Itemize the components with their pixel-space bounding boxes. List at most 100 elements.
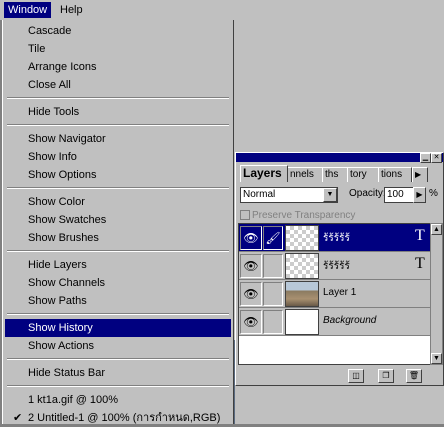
brush-icon[interactable]: 🖌: [263, 226, 283, 250]
text-layer-icon: T: [415, 255, 425, 272]
tab-history[interactable]: tory: [347, 167, 379, 182]
new-layer-icon[interactable]: ❐: [378, 369, 394, 383]
tab-paths[interactable]: ths: [322, 167, 348, 182]
tab-layers[interactable]: Layers: [240, 165, 288, 182]
layer-thumbnail: [285, 225, 319, 251]
menu-item-show-brushes[interactable]: Show Brushes: [5, 229, 231, 247]
tab-scroll-icon[interactable]: ▶: [412, 167, 428, 182]
menu-item-label: Hide Tools: [28, 106, 80, 118]
layer-row[interactable]: 👁 🖌 ร้ร้ร้ร้ร้ T: [239, 224, 431, 252]
menu-item-cascade[interactable]: Cascade: [5, 22, 231, 40]
menu-item-show-history[interactable]: Show History: [5, 319, 231, 337]
layer-thumbnail: [285, 253, 319, 279]
menu-help[interactable]: Help: [56, 2, 87, 18]
menu-item-label: Close All: [28, 79, 71, 91]
layer-row[interactable]: 👁 ร้ร้ร้ร้ร้ T: [239, 252, 431, 280]
chevron-down-icon[interactable]: ▼: [323, 188, 337, 202]
menu-item-show-info[interactable]: Show Info: [5, 148, 231, 166]
menu-item-show-options[interactable]: Show Options: [5, 166, 231, 184]
layer-row[interactable]: 👁 Background: [239, 308, 431, 336]
opacity-input[interactable]: 100: [384, 187, 414, 203]
menu-window[interactable]: Window: [4, 2, 52, 18]
opacity-arrow-icon[interactable]: ▶: [413, 187, 426, 203]
layers-scrollbar[interactable]: ▲ ▼: [430, 223, 443, 365]
eye-icon[interactable]: 👁: [240, 282, 262, 306]
menu-separator: [7, 187, 229, 189]
tab-channels[interactable]: nnels: [287, 167, 323, 182]
layer-row[interactable]: 👁 Layer 1: [239, 280, 431, 308]
percent-label: %: [429, 188, 438, 199]
eye-icon[interactable]: 👁: [240, 226, 262, 250]
brush-slot[interactable]: [263, 282, 283, 306]
menu-separator: [7, 385, 229, 387]
close-icon[interactable]: ✕: [431, 153, 442, 163]
menu-item-label: Show History: [28, 322, 93, 334]
menu-item-hide-layers[interactable]: Hide Layers: [5, 256, 231, 274]
opacity-label: Opacity:: [349, 188, 386, 199]
menu-item-close-all[interactable]: Close All: [5, 76, 231, 94]
layers-list: 👁 🖌 ร้ร้ร้ร้ร้ T 👁 ร้ร้ร้ร้ร้ T 👁 Layer …: [238, 223, 432, 365]
menu-item-label: Show Options: [28, 169, 97, 181]
menu-item-label: Show Navigator: [28, 133, 106, 145]
preserve-transparency[interactable]: Preserve Transparency: [240, 210, 355, 221]
layers-palette: ▁ ✕ Layers nnels ths tory tions ▶ Normal…: [235, 152, 444, 386]
blend-mode-select[interactable]: Normal ▼: [240, 187, 338, 203]
checkmark-icon: ✔: [13, 412, 23, 424]
menu-item-label: 1 kt1a.gif @ 100%: [28, 394, 119, 406]
menu-item-show-channels[interactable]: Show Channels: [5, 274, 231, 292]
window-menu-dropdown: Cascade Tile Arrange Icons Close All Hid…: [2, 20, 234, 424]
layer-thumbnail: [285, 309, 319, 335]
menu-item-show-swatches[interactable]: Show Swatches: [5, 211, 231, 229]
layer-controls: Normal ▼ Opacity: 100 ▶ %: [236, 184, 443, 206]
menu-item-label: Show Color: [28, 196, 85, 208]
text-layer-icon: T: [415, 227, 425, 244]
menu-separator: [7, 250, 229, 252]
menu-item-show-color[interactable]: Show Color: [5, 193, 231, 211]
preserve-transparency-checkbox[interactable]: [240, 210, 250, 221]
layer-name: Layer 1: [323, 287, 357, 298]
brush-slot[interactable]: [263, 254, 283, 278]
menu-item-label: Show Swatches: [28, 214, 107, 226]
tab-actions[interactable]: tions: [378, 167, 412, 182]
eye-icon[interactable]: 👁: [240, 254, 262, 278]
menu-separator: [7, 97, 229, 99]
menu-item-hide-tools[interactable]: Hide Tools: [5, 103, 231, 121]
menu-item-label: Arrange Icons: [28, 61, 97, 73]
preserve-transparency-label: Preserve Transparency: [252, 210, 356, 221]
scroll-down-icon[interactable]: ▼: [431, 353, 442, 364]
palette-footer: ◫ ❐ 🗑: [236, 367, 443, 385]
layer-thumbnail: [285, 281, 319, 307]
menu-item-recent-2[interactable]: ✔ 2 Untitled-1 @ 100% (การกำหนด,RGB): [5, 409, 231, 427]
scroll-up-icon[interactable]: ▲: [431, 224, 442, 235]
menu-separator: [7, 124, 229, 126]
palette-titlebar[interactable]: ▁ ✕: [236, 153, 443, 163]
menu-item-label: Tile: [28, 43, 46, 55]
menu-item-label: Show Actions: [28, 340, 95, 352]
menu-item-label: Show Paths: [28, 295, 87, 307]
menu-item-label: Hide Layers: [28, 259, 87, 271]
minimize-icon[interactable]: ▁: [420, 153, 431, 163]
eye-icon[interactable]: 👁: [240, 310, 262, 334]
menu-item-label: Hide Status Bar: [28, 367, 106, 379]
menu-item-label: Cascade: [28, 25, 72, 37]
menu-item-hide-status-bar[interactable]: Hide Status Bar: [5, 364, 231, 382]
blend-mode-value: Normal: [243, 189, 276, 200]
menu-separator: [7, 313, 229, 315]
brush-slot[interactable]: [263, 310, 283, 334]
trash-icon[interactable]: 🗑: [406, 369, 422, 383]
menu-item-show-navigator[interactable]: Show Navigator: [5, 130, 231, 148]
menu-item-label: 2 Untitled-1 @ 100% (การกำหนด,RGB): [28, 412, 221, 424]
layer-name: ร้ร้ร้ร้ร้: [323, 233, 350, 244]
menu-item-label: Show Info: [28, 151, 77, 163]
palette-tabs: Layers nnels ths tory tions ▶: [236, 165, 443, 182]
mask-icon[interactable]: ◫: [348, 369, 364, 383]
menu-item-recent-1[interactable]: 1 kt1a.gif @ 100%: [5, 391, 231, 409]
menu-item-arrange-icons[interactable]: Arrange Icons: [5, 58, 231, 76]
menu-separator: [7, 358, 229, 360]
menu-item-show-actions[interactable]: Show Actions: [5, 337, 231, 355]
menu-item-show-paths[interactable]: Show Paths: [5, 292, 231, 310]
menu-item-tile[interactable]: Tile: [5, 40, 231, 58]
layer-name: ร้ร้ร้ร้ร้: [323, 261, 350, 272]
menu-item-label: Show Brushes: [28, 232, 99, 244]
menu-item-label: Show Channels: [28, 277, 106, 289]
